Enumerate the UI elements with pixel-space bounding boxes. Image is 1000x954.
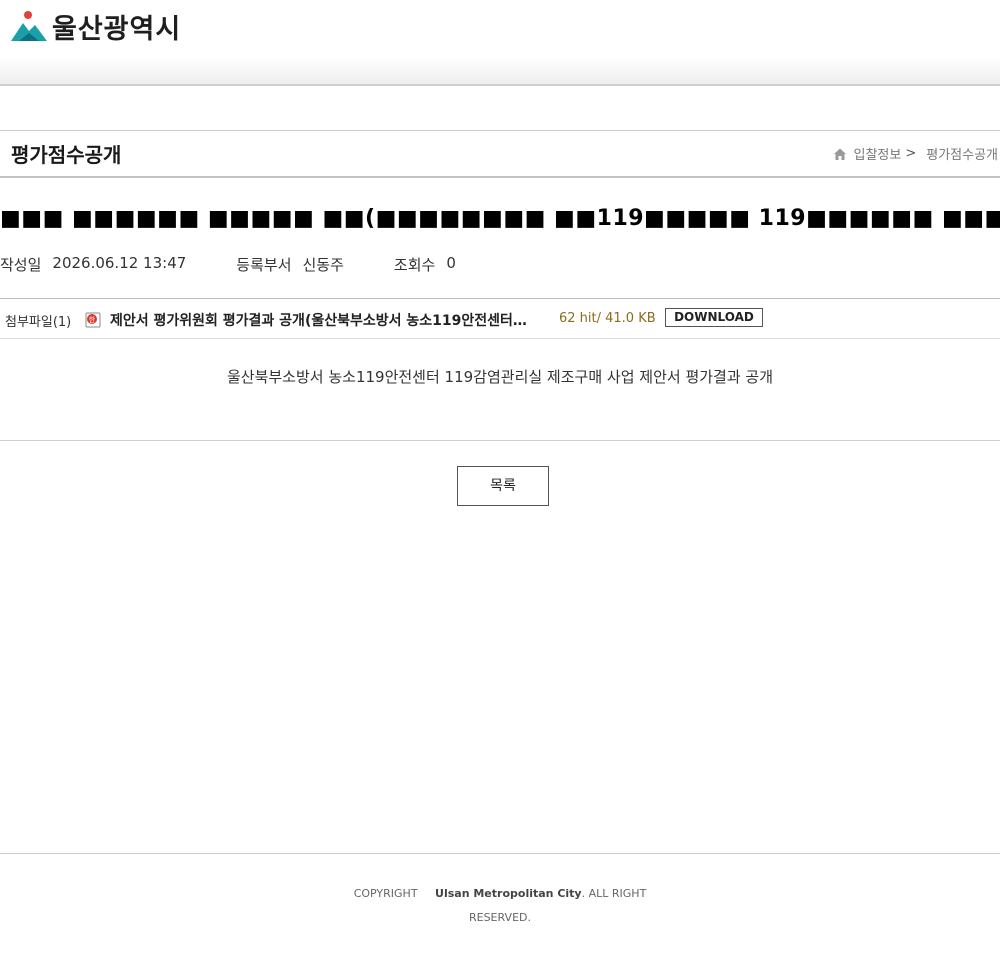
breadcrumb: 입찰정보 > 평가점수공개 [833,144,998,163]
ulsan-logo-icon [11,11,47,41]
views-label: 조회수 [393,256,436,274]
site-header: 울산광역시 [0,0,1000,86]
meta-views: 조회수 0 [394,254,456,275]
date-value: 2026.06.12 13:47 [52,254,187,272]
download-button[interactable]: DOWNLOAD [665,308,763,327]
hwp-file-icon: 한 [85,312,101,328]
dept-label: 등록부서 [236,256,292,274]
site-logo[interactable]: 울산광역시 [9,9,182,45]
post-body: 울산북부소방서 농소119안전센터 119감염관리실 제조구매 사업 제안서 평… [0,339,1000,441]
post-meta: 작성일 2026.06.12 13:47 등록부서 신동주 조회수 0 [0,254,506,275]
footer-copyright: COPYRIGHT Ulsan Metropolitan City. ALL R… [350,882,650,930]
meta-date: 작성일 2026.06.12 13:47 [0,254,186,275]
breadcrumb-item-bid-info[interactable]: 입찰정보 [853,144,901,163]
dept-value: 신동주 [302,256,344,274]
attachment-file-link[interactable]: 제안서 평가위원회 평가결과 공개(울산북부소방서 농소119안전센터 119감… [110,310,530,330]
meta-dept: 등록부서 신동주 [236,254,344,275]
home-icon[interactable] [833,147,847,161]
title-bar: 평가점수공개 입찰정보 > 평가점수공개 [0,130,1000,178]
post-body-text: 울산북부소방서 농소119안전센터 119감염관리실 제조구매 사업 제안서 평… [226,368,774,386]
copyright-label: COPYRIGHT [353,887,418,900]
attachment-label: 첨부파일(1) [5,315,72,330]
date-label: 작성일 [0,256,42,274]
list-button[interactable]: 목록 [457,466,549,506]
svg-text:한: 한 [89,316,96,324]
views-value: 0 [446,254,456,272]
attachment-row: 첨부파일(1) 한 제안서 평가위원회 평가결과 공개(울산북부소방서 농소11… [0,298,1000,339]
logo-text: 울산광역시 [52,13,182,45]
copyright-org: Ulsan Metropolitan City [435,887,582,900]
post-title: ■■■ ■■■■■■ ■■■■■ ■■(■■■■■■■■ ■■119■■■■■ … [0,206,1000,231]
attachment-file-info: 62 hit/ 41.0 KB [559,311,656,326]
site-footer: COPYRIGHT Ulsan Metropolitan City. ALL R… [0,853,1000,954]
breadcrumb-separator: > [905,146,917,161]
breadcrumb-item-current[interactable]: 평가점수공개 [926,144,998,163]
page-title: 평가점수공개 [11,143,122,167]
